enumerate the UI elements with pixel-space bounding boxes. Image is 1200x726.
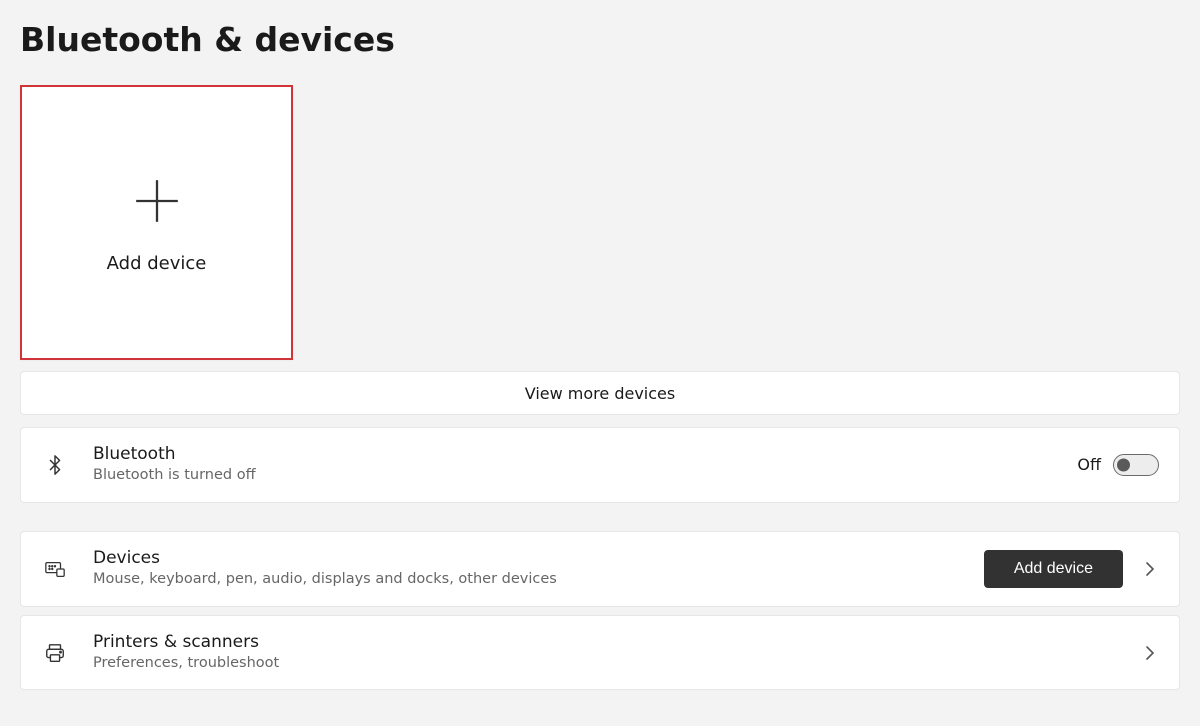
add-device-tile[interactable]: Add device (20, 85, 293, 360)
page-title: Bluetooth & devices (20, 20, 1180, 59)
add-device-button[interactable]: Add device (984, 550, 1123, 588)
devices-row[interactable]: Devices Mouse, keyboard, pen, audio, dis… (20, 531, 1180, 607)
bluetooth-icon (41, 451, 69, 479)
bluetooth-title: Bluetooth (93, 444, 1077, 465)
devices-icon (41, 555, 69, 583)
bluetooth-subtitle: Bluetooth is turned off (93, 466, 1077, 486)
view-more-label: View more devices (525, 384, 675, 403)
printers-subtitle: Preferences, troubleshoot (93, 654, 1141, 674)
printers-title: Printers & scanners (93, 632, 1141, 653)
chevron-right-icon (1141, 644, 1159, 662)
printer-icon (41, 639, 69, 667)
toggle-knob (1117, 458, 1130, 471)
bluetooth-toggle[interactable] (1113, 454, 1159, 476)
view-more-devices-button[interactable]: View more devices (20, 371, 1180, 415)
devices-title: Devices (93, 548, 984, 569)
bluetooth-row: Bluetooth Bluetooth is turned off Off (20, 427, 1180, 503)
bluetooth-toggle-label: Off (1077, 455, 1101, 474)
chevron-right-icon (1141, 560, 1159, 578)
printers-row[interactable]: Printers & scanners Preferences, trouble… (20, 615, 1180, 691)
add-device-tile-label: Add device (107, 253, 207, 274)
plus-icon (132, 171, 182, 231)
devices-subtitle: Mouse, keyboard, pen, audio, displays an… (93, 570, 984, 590)
